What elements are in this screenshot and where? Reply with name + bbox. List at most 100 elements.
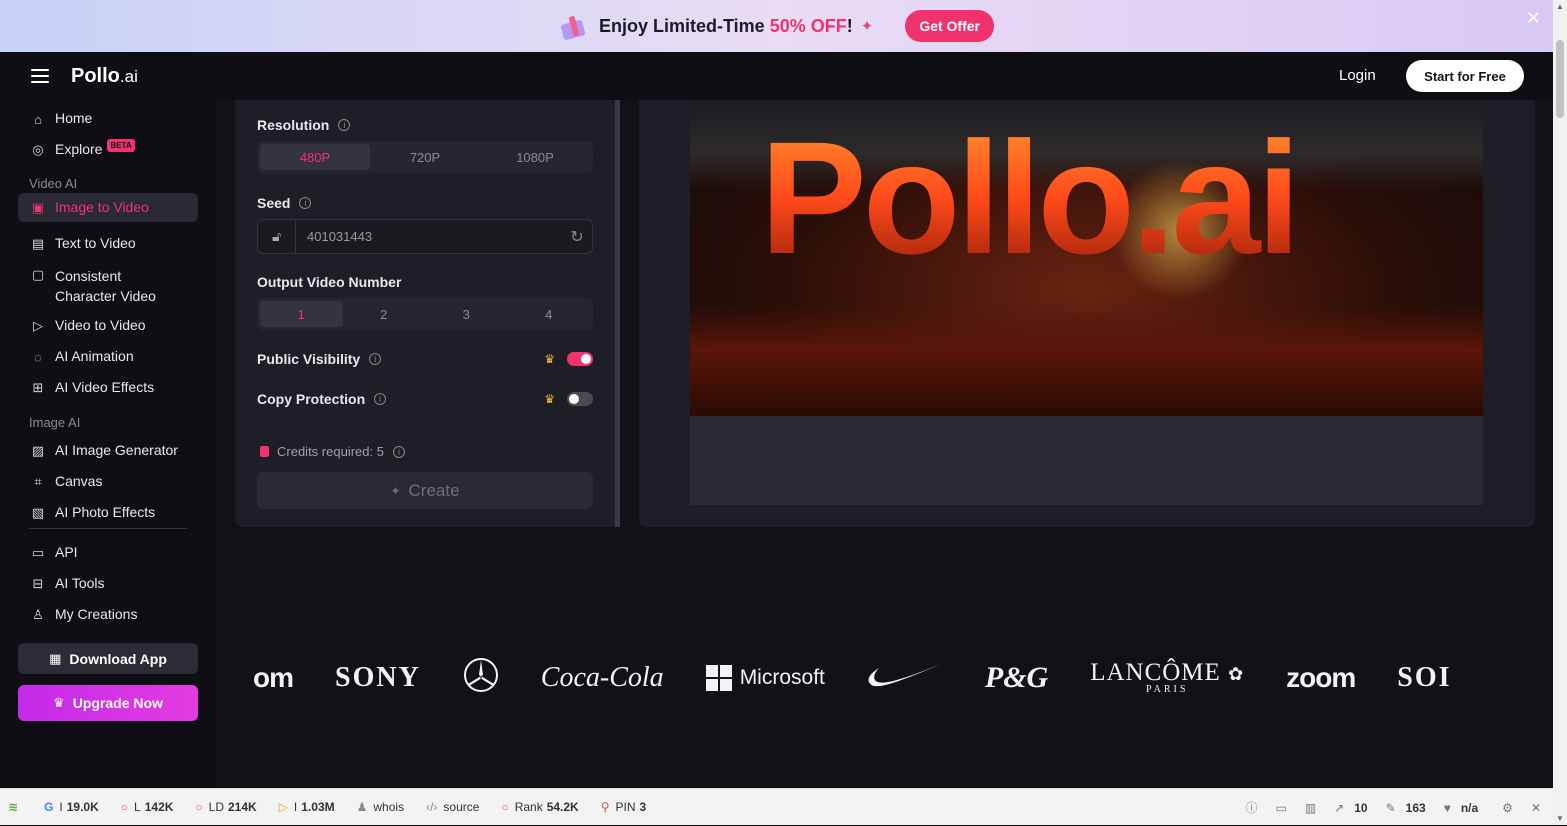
crown-icon: ♛: [544, 352, 555, 366]
brand-sony-partial: SOI: [1397, 661, 1452, 693]
copy-protection-toggle[interactable]: [567, 392, 593, 406]
scrollbar-thumb[interactable]: [1556, 40, 1564, 118]
photo-effects-icon: ▧: [31, 505, 45, 520]
info-icon[interactable]: i: [338, 119, 351, 131]
logo[interactable]: Pollo.ai: [71, 65, 138, 88]
page-scrollbar[interactable]: ▲ ▼: [1553, 0, 1567, 825]
crown-icon: ♛: [53, 695, 65, 710]
effects-icon: ⊞: [32, 380, 44, 395]
seed-label: Seed i: [257, 195, 312, 211]
toolbar-item-external-links[interactable]: ↗ 10: [1334, 801, 1367, 815]
info-icon[interactable]: i: [299, 197, 312, 209]
sidebar-item-text-to-video[interactable]: ▤ Text to Video: [18, 229, 198, 258]
sidebar-item-my-creations[interactable]: ♙ My Creations: [18, 600, 198, 629]
output-option-4[interactable]: 4: [508, 301, 591, 327]
copy-protection-row: Copy Protection i ♛: [257, 391, 593, 407]
video-icon: ▷: [33, 318, 43, 333]
sidebar-item-ai-video-effects[interactable]: ⊞ AI Video Effects: [18, 373, 198, 402]
seed-field[interactable]: 🔓︎ 401031443 ↻: [257, 219, 593, 254]
seed-input[interactable]: 401031443: [296, 229, 562, 244]
toolbar-item-links[interactable]: ○ L 142K: [121, 800, 174, 814]
toolbar-item-whois[interactable]: ♟ whois: [357, 800, 404, 814]
close-icon[interactable]: ✕: [1531, 801, 1541, 815]
output-video-number-label: Output Video Number: [257, 274, 402, 290]
scroll-up-icon[interactable]: ▲: [1556, 2, 1564, 11]
toolbar-item-pinterest[interactable]: ⚲ PIN 3: [601, 800, 647, 814]
external-link-icon: ↗: [1334, 800, 1345, 815]
brand-coca-cola: Coca-Cola: [540, 661, 664, 693]
toolbar-item-source[interactable]: ‹/› source: [426, 800, 479, 814]
info-icon[interactable]: ⓘ: [1245, 799, 1257, 816]
download-app-button[interactable]: ▦ Download App: [18, 643, 198, 674]
brand-pg: P&G: [984, 660, 1049, 694]
home-icon: ⌂: [34, 111, 42, 127]
public-visibility-toggle[interactable]: [567, 352, 593, 366]
create-button[interactable]: ✦ Create: [257, 472, 593, 509]
public-visibility-label: Public Visibility i: [257, 351, 382, 367]
sidebar-item-home[interactable]: ⌂ Home: [18, 104, 198, 133]
resolution-option-480p[interactable]: 480P: [260, 144, 370, 170]
sidebar-item-consistent-character-video[interactable]: ▢ Consistent Character Video: [18, 260, 198, 312]
info-icon[interactable]: i: [374, 393, 387, 405]
toolbar-item-rating[interactable]: ♥ n/a: [1444, 801, 1478, 815]
sidebar-item-canvas[interactable]: ⌗ Canvas: [18, 467, 198, 496]
upgrade-now-button[interactable]: ♛ Upgrade Now: [18, 685, 198, 721]
sidebar-item-ai-tools[interactable]: ⊟ AI Tools: [18, 569, 198, 598]
sidebar-item-ai-image-generator[interactable]: ▨ AI Image Generator: [18, 436, 198, 465]
credits-required: Credits required: 5i: [260, 444, 405, 459]
settings-scrollbar[interactable]: [615, 100, 620, 527]
sidebar: ⌂ Home ◎ Explore BETA Video AI ▣ Image to Vi…: [0, 100, 216, 788]
get-offer-button[interactable]: Get Offer: [905, 10, 994, 42]
sparkle-icon: ✦: [390, 483, 401, 498]
gear-icon[interactable]: ⚙: [1502, 801, 1513, 815]
video-preview[interactable]: Pollo.ai: [690, 100, 1483, 416]
image-video-icon: ▣: [31, 200, 45, 215]
toolbar-item-linking-domains[interactable]: ○ LD 214K: [195, 800, 256, 814]
api-icon: ▭: [31, 545, 45, 560]
section-label-image-ai: Image AI: [29, 415, 81, 430]
seo-logo-icon[interactable]: ≋: [8, 800, 18, 814]
sidebar-item-api[interactable]: ▭ API: [18, 538, 198, 567]
qr-code-icon: ▦: [49, 650, 62, 666]
start-for-free-button[interactable]: Start for Free: [1406, 60, 1524, 92]
crop-icon: ⌗: [34, 474, 42, 489]
brand-lancome: LANCÔME ✿ PARIS: [1090, 659, 1245, 695]
close-icon[interactable]: ✕: [1526, 8, 1541, 29]
gift-icon: [559, 14, 587, 41]
toolbar-item-internal-links[interactable]: ✎ 163: [1386, 801, 1426, 815]
chart-icon[interactable]: ▥: [1305, 801, 1316, 815]
tools-icon: ⊟: [32, 576, 44, 591]
toolbar-item-bing-index[interactable]: ▷ I 1.03M: [279, 800, 335, 814]
output-option-3[interactable]: 3: [425, 301, 508, 327]
sidebar-item-image-to-video[interactable]: ▣ Image to Video: [18, 193, 198, 222]
resolution-option-1080p[interactable]: 1080P: [480, 144, 590, 170]
monitor-icon[interactable]: ▭: [1276, 801, 1287, 815]
scroll-down-icon[interactable]: ▼: [1556, 814, 1564, 823]
resolution-selector: 480P 720P 1080P: [257, 141, 593, 173]
resolution-label: Resolution i: [257, 117, 351, 133]
section-label-video-ai: Video AI: [29, 176, 78, 191]
toolbar-item-rank[interactable]: ○ Rank 54.2K: [501, 800, 578, 814]
info-icon[interactable]: i: [369, 353, 382, 365]
output-option-1[interactable]: 1: [260, 301, 343, 327]
top-header: Pollo.ai Login Start for Free: [0, 52, 1553, 100]
refresh-icon[interactable]: ↻: [562, 227, 592, 247]
sidebar-item-video-to-video[interactable]: ▷ Video to Video: [18, 311, 198, 340]
output-option-2[interactable]: 2: [343, 301, 426, 327]
brand-zoom: zoom: [1286, 661, 1356, 693]
sidebar-item-explore[interactable]: ◎ Explore BETA: [18, 135, 198, 164]
code-icon: ‹/›: [426, 800, 438, 814]
public-visibility-row: Public Visibility i ♛: [257, 351, 593, 367]
google-icon: G: [44, 800, 54, 814]
lock-icon[interactable]: 🔓︎: [258, 220, 296, 253]
login-link[interactable]: Login: [1339, 67, 1376, 84]
resolution-option-720p[interactable]: 720P: [370, 144, 480, 170]
sidebar-item-ai-photo-effects[interactable]: ▧ AI Photo Effects: [18, 498, 198, 527]
brand-logos-strip: om SONY Coca-Cola Microsoft P&G LANCÔME …: [253, 655, 1517, 700]
image-generator-icon: ▨: [31, 443, 45, 458]
toolbar-item-google-index[interactable]: G I 19.0K: [44, 800, 99, 814]
circle-icon: ○: [195, 800, 203, 814]
info-icon[interactable]: i: [392, 445, 405, 458]
sidebar-item-ai-animation[interactable]: ◌ AI Animation: [18, 342, 198, 371]
menu-icon[interactable]: [31, 69, 49, 83]
